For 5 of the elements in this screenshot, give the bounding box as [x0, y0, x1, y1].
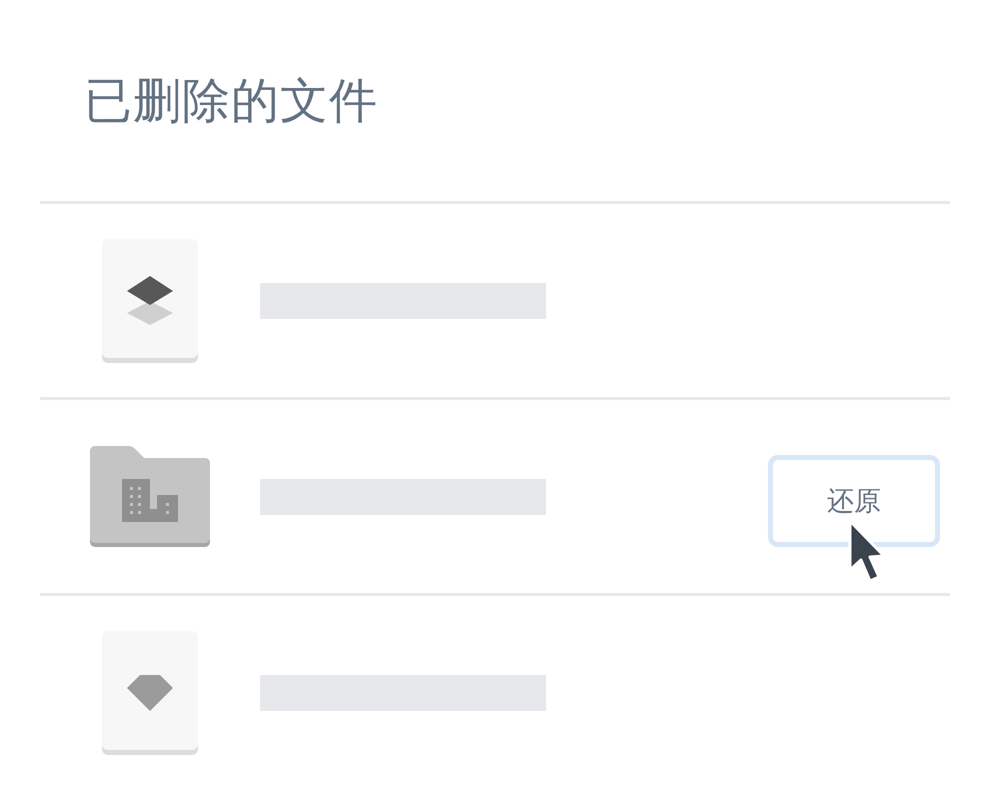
restore-button[interactable]: 还原 — [768, 454, 940, 546]
page-title: 已删除的文件 — [84, 77, 378, 126]
building-folder-icon — [90, 446, 210, 547]
gem-file-icon — [102, 630, 198, 754]
layers-file-icon — [102, 238, 198, 362]
